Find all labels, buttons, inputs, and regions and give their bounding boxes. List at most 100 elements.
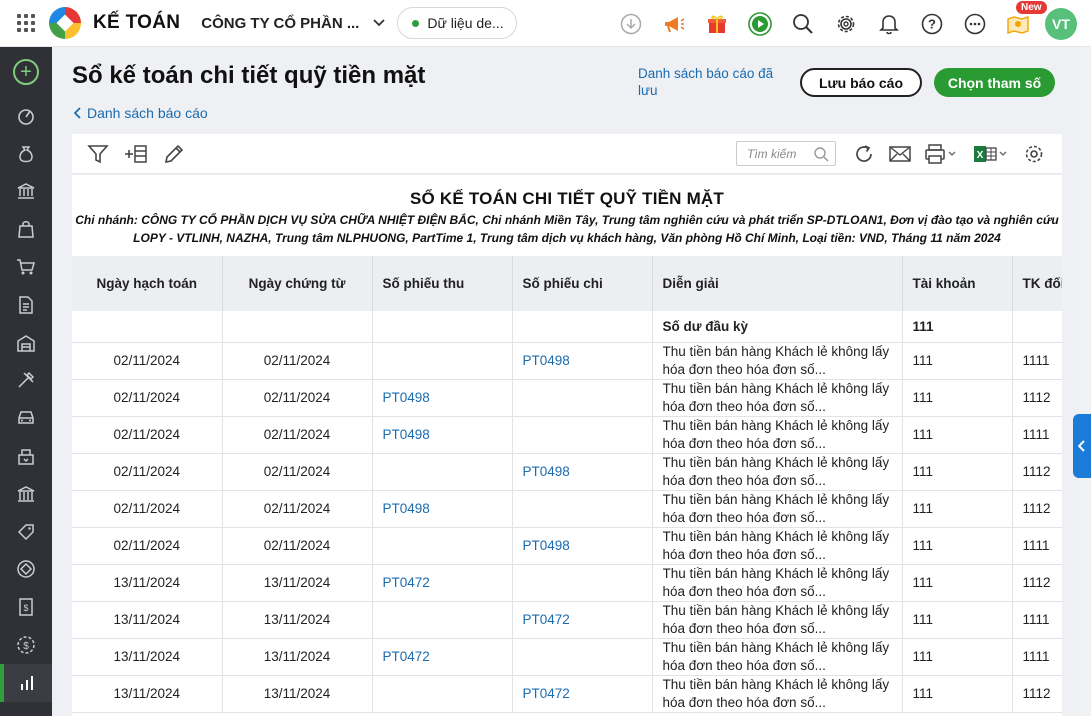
chevron-down-icon[interactable] [373,17,385,29]
email-icon[interactable] [888,142,912,166]
play-icon[interactable] [738,0,781,47]
car-icon[interactable] [0,399,52,437]
tag-icon[interactable] [0,513,52,551]
payroll-icon[interactable] [0,437,52,475]
col-doc-date[interactable]: Ngày chứng từ [222,256,373,311]
document-icon[interactable] [0,286,52,324]
tax-icon[interactable] [0,475,52,513]
col-payment-no[interactable]: Số phiếu chi [512,256,653,311]
print-icon[interactable] [924,142,958,166]
search-input[interactable]: Tìm kiếm [736,141,836,166]
cell-counter-account: 1111 [1012,416,1062,454]
refresh-icon[interactable] [852,142,876,166]
map-icon[interactable]: New [996,0,1047,47]
svg-text:?: ? [928,16,936,31]
cell-receipt-no [372,453,513,491]
gift-icon[interactable] [695,0,738,47]
cell-payment-no [512,416,653,454]
dollar-icon[interactable]: $ [0,626,52,664]
table-row[interactable]: 13/11/2024 13/11/2024 PT0472 Thu tiền bán h… [72,638,1062,676]
cell-receipt-no [372,527,513,565]
edit-icon[interactable] [162,142,186,166]
cell-post-date: 13/11/2024 [72,601,223,639]
choose-parameters-button[interactable]: Chọn tham số [934,68,1055,97]
cell-doc-date: 13/11/2024 [222,601,373,639]
filter-icon[interactable] [86,142,110,166]
avatar[interactable]: VT [1045,7,1077,40]
table-row[interactable]: 13/11/2024 13/11/2024 PT0472 Thu tiền bán h… [72,675,1062,713]
table-row[interactable]: 02/11/2024 02/11/2024 PT0498 Thu tiền bán h… [72,490,1062,528]
bell-icon[interactable] [867,0,910,47]
megaphone-icon[interactable] [652,0,695,47]
report-body: SỔ KẾ TOÁN CHI TIẾT QUỸ TIỀN MẶT Chi nhá… [72,175,1062,716]
report-icon[interactable] [0,663,52,702]
cart-icon[interactable] [0,248,52,286]
cell-post-date: 13/11/2024 [72,675,223,713]
status-dot-icon [412,19,420,27]
cell-empty [72,311,223,343]
col-counter-account[interactable]: TK đối [1012,256,1062,311]
table-row[interactable]: 13/11/2024 13/11/2024 PT0472 Thu tiền bán h… [72,601,1062,639]
table-row[interactable]: 02/11/2024 02/11/2024 PT0498 Thu tiền bán h… [72,379,1062,417]
cell-empty [512,311,653,343]
search-icon [814,146,829,162]
col-account[interactable]: Tài khoản [902,256,1013,311]
excel-export-icon[interactable]: X [970,142,1010,166]
col-post-date[interactable]: Ngày hạch toán [72,256,223,311]
cell-account: 111 [902,564,1013,602]
col-receipt-no[interactable]: Số phiếu thu [372,256,513,311]
cell-description: Thu tiền bán hàng Khách lẻ không lấy hóa… [652,527,903,565]
scrollbar[interactable] [1080,47,1091,716]
warehouse-icon[interactable] [0,324,52,362]
cell-receipt-no[interactable]: PT0498 [372,416,513,454]
chevron-left-icon [74,107,81,119]
col-description[interactable]: Diễn giải [652,256,903,311]
table-row[interactable]: 13/11/2024 13/11/2024 PT0472 Thu tiền bán h… [72,564,1062,602]
data-status-pill[interactable]: Dữ liệu de... [397,7,517,39]
search-icon[interactable] [781,0,824,47]
app-grid-icon[interactable] [0,0,52,47]
report-toolbar: Tìm kiếm X [72,134,1062,174]
description-text: Thu tiền bán hàng Khách lẻ không lấy hóa… [662,565,890,599]
company-selector[interactable]: CÔNG TY CỔ PHẦN ... [201,15,359,32]
cell-post-date: 02/11/2024 [72,527,223,565]
money-bag-icon[interactable] [0,135,52,173]
cell-payment-no[interactable]: PT0498 [512,342,653,380]
more-icon[interactable] [953,0,996,47]
table-row[interactable]: 02/11/2024 02/11/2024 PT0498 Thu tiền bán h… [72,342,1062,380]
description-text: Thu tiền bán hàng Khách lẻ không lấy hóa… [662,491,890,525]
cell-receipt-no[interactable]: PT0498 [372,490,513,528]
cell-payment-no[interactable]: PT0498 [512,453,653,491]
cell-doc-date: 13/11/2024 [222,638,373,676]
add-column-icon[interactable] [124,142,148,166]
tools-icon[interactable] [0,362,52,400]
table-row[interactable]: 02/11/2024 02/11/2024 PT0498 Thu tiền bán h… [72,453,1062,491]
app-name: KẾ TOÁN [93,12,181,33]
dashboard-icon[interactable] [0,97,52,135]
bank-icon[interactable] [0,173,52,211]
budget-icon[interactable] [0,551,52,589]
opening-balance-row: Số dư đầu kỳ 111 [72,311,1062,343]
cell-receipt-no[interactable]: PT0498 [372,379,513,417]
cell-payment-no[interactable]: PT0498 [512,527,653,565]
settings-icon[interactable] [1022,142,1046,166]
help-icon[interactable]: ? [910,0,953,47]
save-report-button[interactable]: Lưu báo cáo [800,68,922,97]
table-row[interactable]: 02/11/2024 02/11/2024 PT0498 Thu tiền bán h… [72,527,1062,565]
table-row[interactable]: 02/11/2024 02/11/2024 PT0498 Thu tiền bán h… [72,416,1062,454]
cell-receipt-no[interactable]: PT0472 [372,638,513,676]
cell-description: Thu tiền bán hàng Khách lẻ không lấy hóa… [652,490,903,528]
app-logo[interactable]: KẾ TOÁN [49,7,180,39]
cell-receipt-no[interactable]: PT0472 [372,564,513,602]
download-icon[interactable] [609,0,652,47]
gear-icon[interactable] [824,0,867,47]
collapse-panel-button[interactable] [1073,414,1091,478]
saved-reports-link[interactable]: Danh sách báo cáo đã lưu [638,65,788,99]
cell-payment-no[interactable]: PT0472 [512,675,653,713]
cell-payment-no[interactable]: PT0472 [512,601,653,639]
back-link[interactable]: Danh sách báo cáo [74,105,208,121]
bag-icon[interactable] [0,210,52,248]
sidebar: + $ $ [0,47,52,716]
invoice-icon[interactable]: $ [0,588,52,626]
add-button[interactable]: + [0,47,52,97]
